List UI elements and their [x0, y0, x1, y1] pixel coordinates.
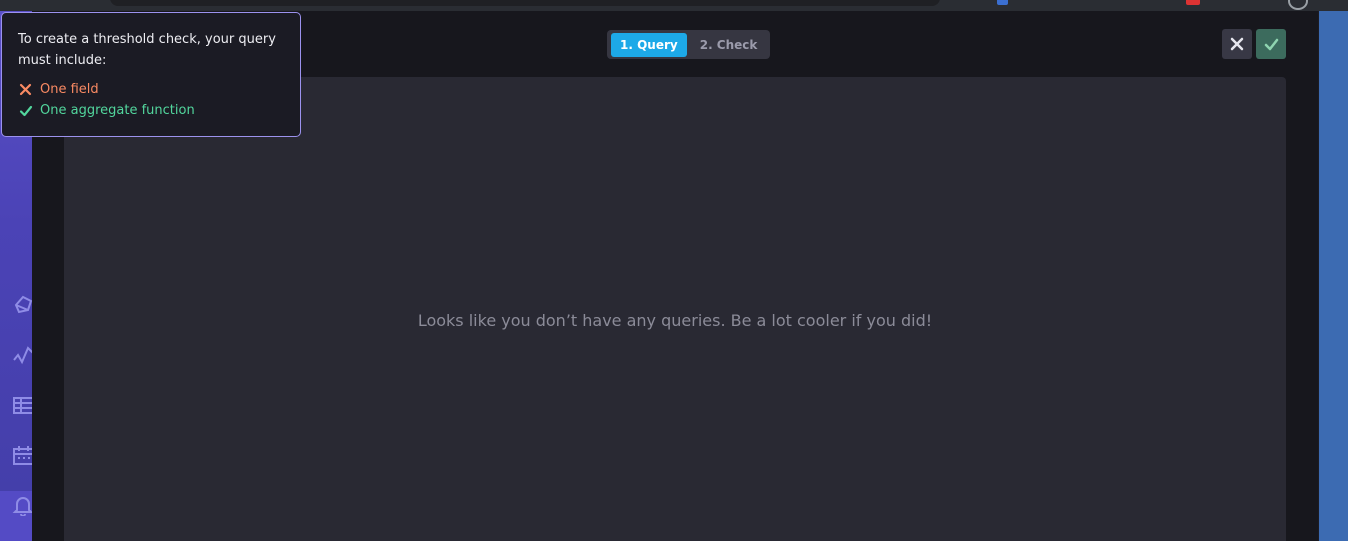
- table-icon[interactable]: [12, 394, 35, 416]
- close-icon: [1230, 37, 1244, 51]
- check-icon: [18, 103, 33, 118]
- step-switcher: 1. Query 2. Check: [607, 30, 771, 59]
- background-panel: [1319, 11, 1348, 541]
- requirement-label: One aggregate function: [40, 103, 195, 118]
- x-icon: [18, 82, 33, 97]
- empty-queries-message: Looks like you don’t have any queries. B…: [417, 311, 933, 330]
- threshold-check-requirements-tooltip: To create a threshold check, your query …: [1, 12, 301, 137]
- requirement-item: One field: [18, 79, 284, 100]
- graph-icon[interactable]: [12, 344, 35, 366]
- profile-icon[interactable]: [1288, 0, 1308, 10]
- check-icon: [1264, 38, 1278, 50]
- requirement-item: One aggregate function: [18, 100, 284, 121]
- bell-icon[interactable]: [12, 494, 34, 517]
- cancel-button[interactable]: [1222, 29, 1252, 59]
- query-builder-panel: Looks like you don’t have any queries. B…: [64, 77, 1286, 541]
- save-button[interactable]: [1256, 29, 1286, 59]
- address-bar[interactable]: [110, 0, 940, 6]
- step-query[interactable]: 1. Query: [611, 32, 687, 57]
- extension-icon[interactable]: [997, 0, 1008, 5]
- step-check[interactable]: 2. Check: [691, 33, 767, 57]
- requirement-label: One field: [40, 82, 99, 97]
- data-explorer-icon[interactable]: [12, 293, 34, 315]
- tooltip-title: To create a threshold check, your query …: [18, 32, 276, 68]
- calendar-icon[interactable]: [12, 444, 35, 466]
- browser-toolbar: [0, 0, 1348, 11]
- extension-badge-icon[interactable]: [1186, 0, 1200, 5]
